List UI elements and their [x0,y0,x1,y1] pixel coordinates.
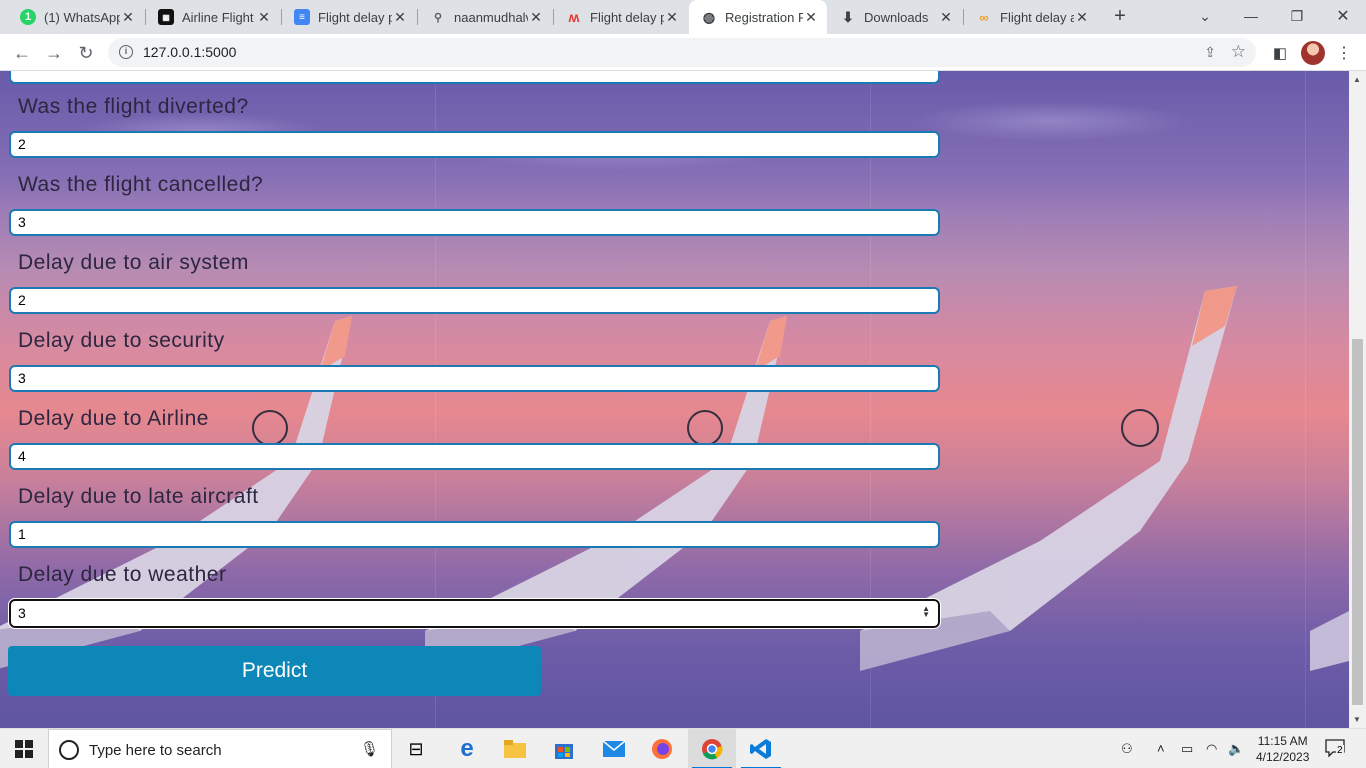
predict-button[interactable]: Predict [8,646,541,696]
windows-logo-icon [15,740,33,758]
minimize-button[interactable]: — [1228,0,1274,32]
close-tab-icon[interactable]: ✕ [392,9,408,26]
taskbar-clock[interactable]: 11:15 AM 4/12/2023 [1256,733,1309,765]
close-tab-icon[interactable]: ✕ [1074,9,1090,26]
download-icon: ⬇ [842,8,854,25]
docs-icon: ≡ [294,9,310,25]
whatsapp-icon: 1 [20,9,36,25]
tab-registration-active[interactable]: ◍ Registration F ✕ [689,0,827,34]
late-aircraft-delay-input[interactable]: 1 [9,521,940,548]
windows-start-button[interactable] [0,729,48,768]
close-window-button[interactable]: ✕ [1320,0,1366,32]
ibm-icon: ▦ [158,9,174,25]
file-explorer-icon[interactable] [491,729,539,768]
wifi-icon[interactable]: ◠ [1206,741,1217,757]
firefox-icon[interactable] [638,729,686,768]
scroll-down-arrow-icon[interactable]: ▼ [1353,715,1361,724]
fire-icon: ∞ [979,9,989,25]
tab-strip: 1 (1) WhatsApp ✕ ▦ Airline Flight ✕ ≡ Fl… [0,0,1366,34]
windows-taskbar: Type here to search 🎙 ⊟ e ⚇ ˄ ▭ ◠ 🔈 11:1… [0,728,1366,768]
globe-icon: ◍ [702,8,716,25]
close-tab-icon[interactable]: ✕ [664,9,680,26]
field-label-weather: Delay due to weather [18,563,227,586]
field-label-airline: Delay due to Airline [18,407,209,430]
close-tab-icon[interactable]: ✕ [528,9,544,26]
menu-kebab-icon[interactable]: ⋮ [1332,41,1356,65]
weather-delay-input[interactable]: 3 ▲ ▼ [8,598,941,629]
security-delay-input[interactable]: 3 [9,365,940,392]
browser-toolbar: ← → ↻ i 127.0.0.1:5000 ⇪ ☆ ◧ ⋮ [0,34,1366,71]
bookmark-star-icon[interactable]: ☆ [1231,42,1246,62]
site-info-icon[interactable]: i [119,45,133,59]
scroll-up-arrow-icon[interactable]: ▲ [1353,75,1361,84]
mail-icon[interactable] [590,729,638,768]
tab-flight-delay-m[interactable]: ʍ Flight delay p ✕ [554,2,688,32]
profile-avatar[interactable] [1301,41,1325,65]
field-label-security: Delay due to security [18,329,225,352]
volume-icon[interactable]: 🔈 [1228,741,1244,757]
task-view-icon[interactable]: ⊟ [392,729,440,768]
url-text: 127.0.0.1:5000 [143,44,237,60]
page-scrollbar[interactable]: ▲ ▼ [1349,71,1366,728]
share-icon[interactable]: ⇪ [1204,44,1216,61]
new-tab-button[interactable]: + [1109,5,1131,27]
number-spinner-icon[interactable]: ▲ ▼ [922,605,930,619]
side-panel-icon[interactable]: ◧ [1268,41,1292,65]
field-label-air-system: Delay due to air system [18,251,249,274]
page-viewport: Was the flight diverted? 2 Was the fligh… [0,71,1349,728]
airline-delay-input[interactable]: 4 [9,443,940,470]
air-system-delay-input[interactable]: 2 [9,287,940,314]
background-wing-image [0,286,1349,671]
notifications-icon[interactable]: 2 [1325,739,1345,758]
tab-flight-delay-docs[interactable]: ≡ Flight delay p ✕ [282,2,416,32]
back-button[interactable]: ← [9,40,35,66]
reload-button[interactable]: ↻ [73,40,99,66]
close-tab-icon[interactable]: ✕ [120,9,136,26]
link-icon: ⚲ [433,11,443,24]
previous-field-input[interactable] [9,71,940,84]
tab-flight-delay-a[interactable]: ∞ Flight delay a ✕ [964,2,1098,32]
field-label-cancelled: Was the flight cancelled? [18,173,264,196]
tab-naanmudhalvan[interactable]: ⚲ naanmudhalv ✕ [418,2,552,32]
tab-search-icon[interactable]: ⌄ [1182,0,1228,32]
show-hidden-icons-chevron-icon[interactable]: ˄ [1157,741,1165,756]
restore-button[interactable]: ❐ [1274,0,1320,32]
search-icon [59,740,79,760]
microphone-icon[interactable]: 🎙 [360,740,379,758]
battery-icon[interactable]: ▭ [1181,741,1193,757]
diverted-input[interactable]: 2 [9,131,940,158]
address-bar[interactable]: i 127.0.0.1:5000 ⇪ ☆ [108,38,1256,67]
chrome-icon[interactable] [688,729,736,768]
cancelled-input[interactable]: 3 [9,209,940,236]
vscode-icon[interactable] [737,729,785,768]
field-label-diverted: Was the flight diverted? [18,95,249,118]
forward-button[interactable]: → [41,40,67,66]
field-label-late-aircraft: Delay due to late aircraft [18,485,259,508]
close-tab-icon[interactable]: ✕ [938,9,954,26]
scroll-thumb[interactable] [1352,339,1363,705]
taskbar-search-box[interactable]: Type here to search 🎙 [48,729,392,768]
tab-airline-flight[interactable]: ▦ Airline Flight ✕ [146,2,280,32]
people-icon[interactable]: ⚇ [1121,741,1133,757]
close-tab-icon[interactable]: ✕ [803,9,819,26]
tab-downloads[interactable]: ⬇ Downloads ✕ [828,2,962,32]
store-icon[interactable] [540,729,588,768]
tab-whatsapp[interactable]: 1 (1) WhatsApp ✕ [8,2,144,32]
close-tab-icon[interactable]: ✕ [256,9,272,26]
m-icon: ʍ [568,9,580,25]
edge-icon[interactable]: e [443,729,491,768]
